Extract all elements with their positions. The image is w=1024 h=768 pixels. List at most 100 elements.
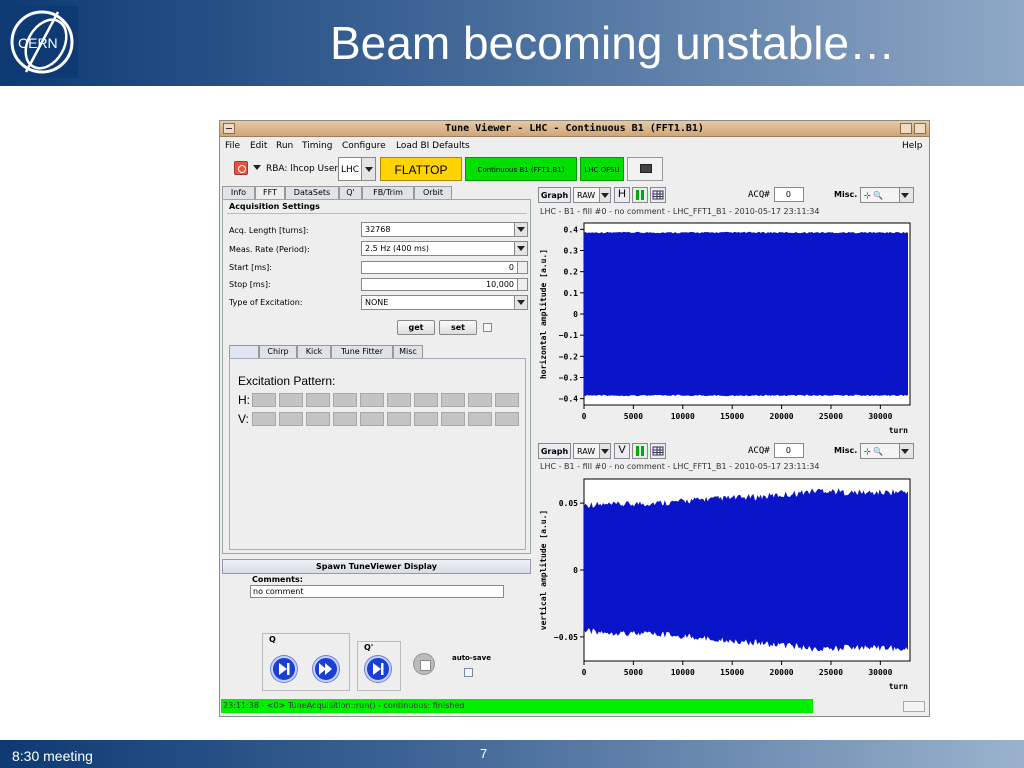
meas-rate-select[interactable]: 2.5 Hz (400 ms) [361, 241, 528, 256]
menu-edit[interactable]: Edit [250, 141, 267, 151]
pattern-cell[interactable] [441, 393, 465, 407]
pattern-cell[interactable] [306, 412, 330, 426]
chevron-down-icon[interactable] [514, 242, 527, 255]
pause-button[interactable] [632, 443, 648, 459]
pattern-cell[interactable] [414, 393, 438, 407]
chevron-down-icon[interactable] [514, 223, 527, 236]
pattern-cell[interactable] [441, 412, 465, 426]
zoom-mode-select[interactable]: ⊹ 🔍 [860, 443, 914, 459]
stop-button[interactable] [413, 653, 435, 675]
menu-configure[interactable]: Configure [342, 141, 386, 151]
spinner-icon[interactable] [517, 279, 527, 290]
pattern-cell[interactable] [279, 393, 303, 407]
subtab-blank[interactable] [229, 345, 259, 358]
window-titlebar[interactable]: Tune Viewer - LHC - Continuous B1 (FFT1.… [220, 121, 929, 137]
menu-file[interactable]: File [225, 141, 240, 151]
table-view-button[interactable] [650, 187, 666, 203]
start-input[interactable]: 0 [361, 261, 528, 274]
menu-timing[interactable]: Timing [302, 141, 332, 151]
resize-grip[interactable] [903, 701, 925, 712]
pattern-cell[interactable] [360, 412, 384, 426]
graph-button[interactable]: Graph [538, 187, 571, 203]
pattern-cell[interactable] [468, 412, 492, 426]
vertical-amplitude-chart[interactable]: 0.05 0 −0.05 0 5000 10000 15000 20000 25000 30000… [536, 473, 912, 695]
tab-info[interactable]: Info [222, 186, 255, 199]
chevron-down-icon[interactable] [599, 444, 610, 458]
power-icon[interactable] [234, 161, 248, 175]
excitation-type-select[interactable]: NONE [361, 295, 528, 310]
pattern-cell[interactable] [495, 412, 519, 426]
stop-input[interactable]: 10,000 [361, 278, 528, 291]
graph-mode-select[interactable]: RAW [573, 187, 611, 203]
y-axis-label: vertical amplitude [a.u.] [538, 510, 548, 630]
tab-qprime[interactable]: Q' [339, 186, 362, 199]
q-step-button[interactable] [271, 656, 297, 682]
pattern-cell[interactable] [333, 393, 357, 407]
window-minimize-button[interactable] [900, 123, 912, 134]
pattern-cell[interactable] [414, 412, 438, 426]
user-select[interactable]: LHC [338, 157, 376, 181]
pattern-cell[interactable] [306, 393, 330, 407]
pattern-cell[interactable] [387, 412, 411, 426]
chevron-down-icon[interactable] [253, 165, 261, 170]
y-tick-label: 0.4 [564, 225, 579, 234]
display-button[interactable] [627, 157, 663, 181]
x-tick-label: 0 [582, 668, 587, 677]
chevron-down-icon[interactable] [599, 188, 610, 202]
pause-button[interactable] [632, 187, 648, 203]
set-button[interactable]: set [439, 320, 477, 335]
acq-length-select[interactable]: 32768 [361, 222, 528, 237]
table-view-button[interactable] [650, 443, 666, 459]
divider [227, 213, 527, 214]
comments-input[interactable]: no comment [250, 585, 504, 598]
plane-h-button[interactable]: H [614, 187, 630, 203]
q-fast-forward-button[interactable] [313, 656, 339, 682]
subtab-kick[interactable]: Kick [297, 345, 331, 358]
autosave-checkbox[interactable] [464, 668, 473, 677]
chevron-down-icon[interactable] [899, 444, 913, 458]
y-tick-label: 0.1 [564, 289, 579, 298]
graph-mode-select[interactable]: RAW [573, 443, 611, 459]
zoom-mode-select[interactable]: ⊹ 🔍 [860, 187, 914, 203]
acq-number-input[interactable]: 0 [774, 443, 804, 458]
pattern-cell[interactable] [252, 412, 276, 426]
x-tick-label: 5000 [624, 412, 643, 421]
step-forward-icon [373, 663, 384, 675]
chevron-down-icon[interactable] [514, 296, 527, 309]
x-tick-label: 30000 [868, 412, 892, 421]
y-tick-label: −0.05 [554, 633, 578, 642]
pattern-cell[interactable] [252, 393, 276, 407]
tab-fft[interactable]: FFT [255, 186, 285, 200]
pattern-cell[interactable] [360, 393, 384, 407]
menu-run[interactable]: Run [276, 141, 293, 151]
tab-fb-trim[interactable]: FB/Trim [362, 186, 414, 199]
pattern-cell[interactable] [333, 412, 357, 426]
graph-button[interactable]: Graph [538, 443, 571, 459]
pattern-cell[interactable] [279, 412, 303, 426]
table-icon [652, 190, 664, 200]
plane-v-button[interactable]: V [614, 443, 630, 459]
y-axis-label: horizontal amplitude [a.u.] [538, 249, 548, 379]
tab-datasets[interactable]: DataSets [285, 186, 339, 199]
tab-orbit[interactable]: Orbit [414, 186, 452, 199]
menu-help[interactable]: Help [902, 141, 923, 151]
y-tick-label: −0.3 [559, 373, 578, 382]
menu-load-bi-defaults[interactable]: Load BI Defaults [396, 141, 470, 151]
subtab-chirp[interactable]: Chirp [259, 345, 297, 358]
spawn-display-button[interactable]: Spawn TuneViewer Display [222, 559, 531, 574]
chevron-down-icon[interactable] [361, 158, 375, 180]
subtab-tune-fitter[interactable]: Tune Fitter [331, 345, 393, 358]
get-button[interactable]: get [397, 320, 435, 335]
pattern-cell[interactable] [387, 393, 411, 407]
spinner-icon[interactable] [517, 262, 527, 273]
window-maximize-button[interactable] [914, 123, 926, 134]
acquisition-settings-title: Acquisition Settings [229, 202, 320, 211]
chevron-down-icon[interactable] [899, 188, 913, 202]
qprime-step-button[interactable] [365, 656, 391, 682]
set-checkbox[interactable] [483, 323, 492, 332]
acq-number-input[interactable]: 0 [774, 187, 804, 202]
pattern-cell[interactable] [495, 393, 519, 407]
horizontal-amplitude-chart[interactable]: 0.4 0.3 0.2 0.1 0 −0.1 −0.2 −0.3 −0.4 0 5000 10000 1… [536, 217, 912, 439]
pattern-cell[interactable] [468, 393, 492, 407]
subtab-misc[interactable]: Misc [393, 345, 423, 358]
